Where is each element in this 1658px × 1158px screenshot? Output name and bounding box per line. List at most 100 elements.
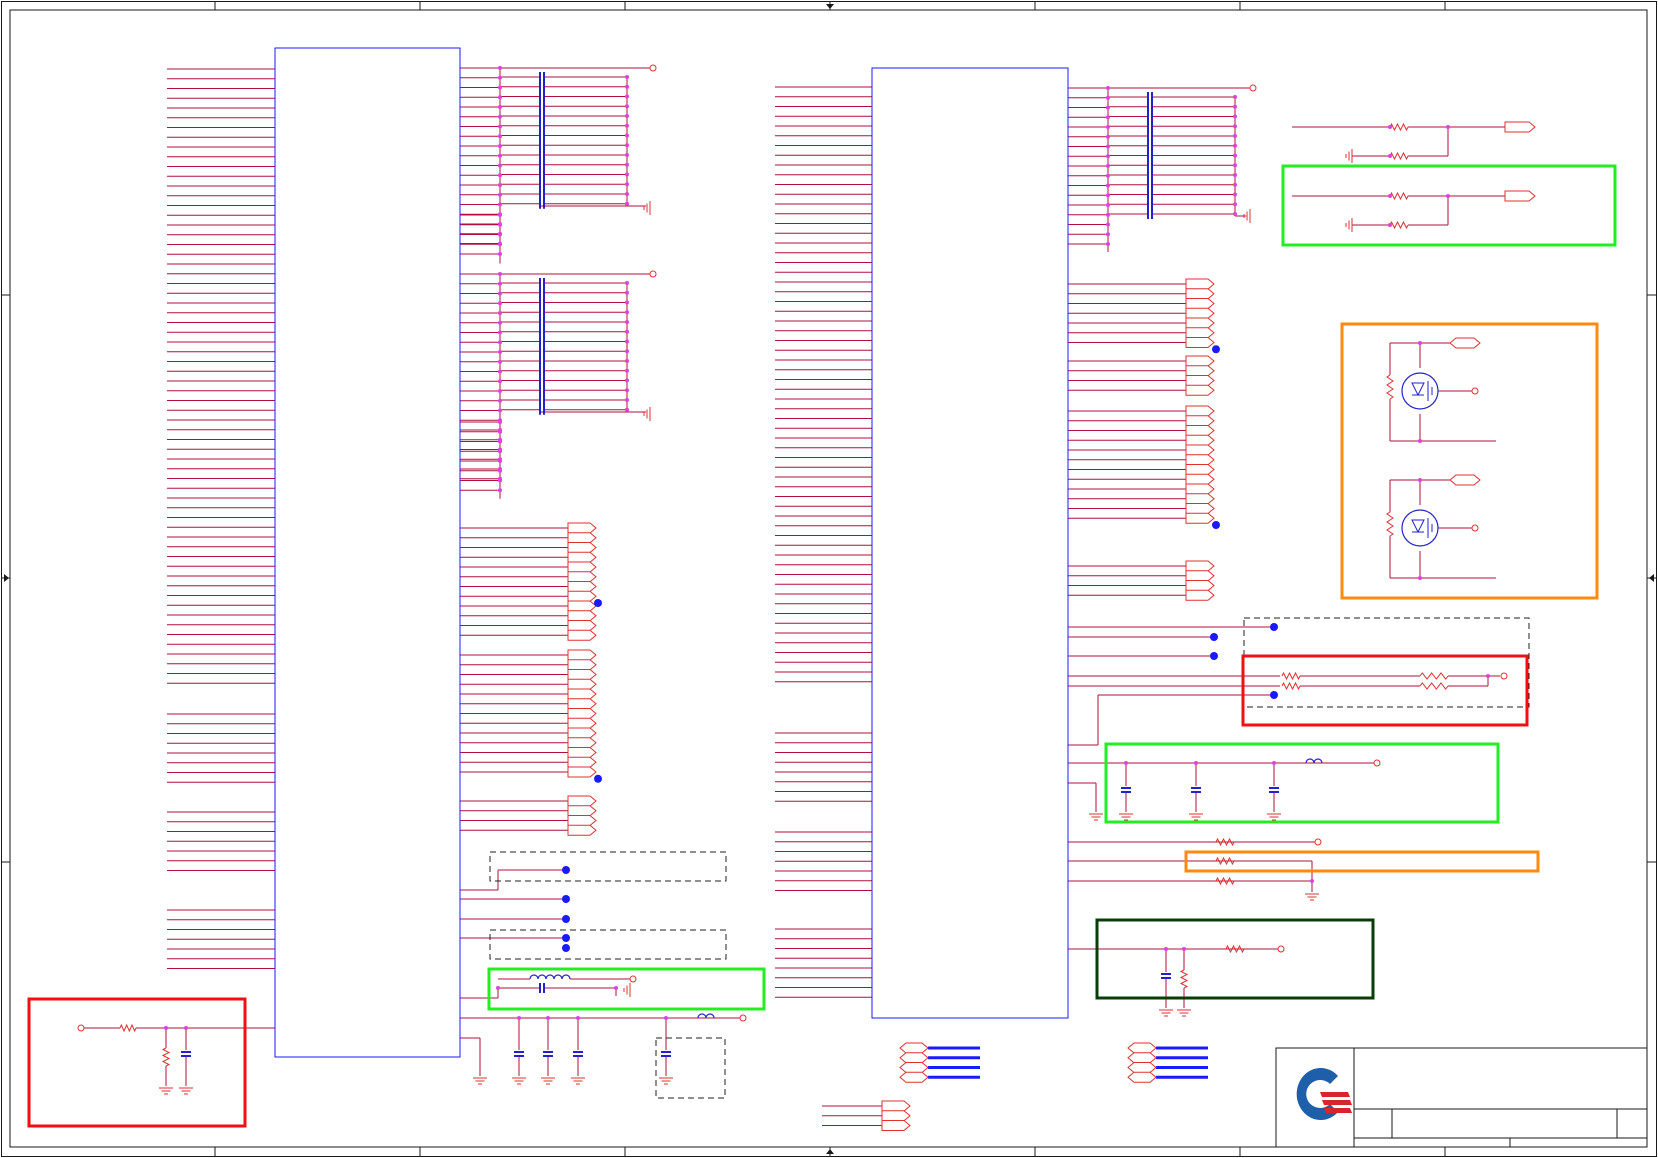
port-icon bbox=[1185, 425, 1215, 436]
junction-dot bbox=[498, 192, 502, 197]
capacitor-icon bbox=[539, 150, 545, 160]
capacitor-icon bbox=[539, 120, 545, 131]
power-rail-endpoint bbox=[649, 64, 657, 72]
junction-dots bbox=[164, 66, 1490, 1030]
junction-dot bbox=[1310, 879, 1314, 883]
junction-dot bbox=[498, 408, 502, 413]
bus-entry-dot bbox=[562, 895, 570, 903]
port-icon bbox=[1185, 503, 1215, 514]
junction-dot bbox=[498, 66, 502, 70]
ic-body-right bbox=[871, 67, 1069, 1019]
capacitor-icon bbox=[1147, 189, 1153, 200]
capacitor-icon bbox=[539, 130, 545, 141]
junction-dot bbox=[546, 1016, 550, 1020]
port-icon bbox=[1185, 307, 1215, 319]
test-point-icon bbox=[1500, 672, 1508, 680]
junction-dot bbox=[1106, 222, 1110, 227]
junction-dot bbox=[498, 301, 502, 306]
junction-dot bbox=[625, 84, 629, 89]
capacitor-icon bbox=[514, 1051, 524, 1057]
junction-dot bbox=[1418, 576, 1422, 580]
junction-dot bbox=[614, 986, 618, 990]
junction-dot bbox=[625, 162, 629, 167]
zone-arrow-icon bbox=[826, 4, 834, 9]
junction-dot bbox=[498, 242, 502, 247]
resistor-icon bbox=[1215, 876, 1235, 886]
port-icon bbox=[567, 669, 597, 680]
ground-icon bbox=[1345, 218, 1353, 232]
green-highlight-box bbox=[1104, 742, 1500, 824]
junction-dot bbox=[1418, 439, 1422, 443]
bus-entry-dot bbox=[594, 599, 602, 607]
resistor-icon bbox=[1389, 122, 1409, 132]
capacitor-icon bbox=[539, 395, 545, 405]
port-icon bbox=[567, 698, 597, 710]
resistor-icon bbox=[1386, 374, 1394, 400]
port-icon bbox=[567, 688, 597, 700]
port-icon bbox=[899, 1042, 929, 1054]
junction-dot bbox=[625, 349, 629, 354]
port-icon bbox=[567, 805, 597, 817]
port-icon bbox=[567, 600, 597, 612]
capacitor-icon bbox=[539, 278, 545, 288]
junction-dot bbox=[625, 75, 629, 79]
test-point-icon bbox=[1471, 524, 1479, 532]
dashed-option-box bbox=[1243, 617, 1530, 708]
ground-icon bbox=[659, 1077, 673, 1085]
capacitor-icon bbox=[539, 189, 545, 199]
junction-dot bbox=[625, 123, 629, 128]
port-icon bbox=[1185, 493, 1215, 505]
bus-entry-dot bbox=[1270, 691, 1278, 699]
junction-dot bbox=[498, 459, 502, 463]
bus-entry-dot bbox=[1212, 521, 1220, 529]
junction-dot bbox=[625, 378, 629, 383]
port-icon bbox=[567, 737, 597, 749]
junction-dot bbox=[625, 133, 629, 138]
bus-entry-dot bbox=[1210, 652, 1218, 660]
bus-entry-dot bbox=[1212, 345, 1220, 354]
junction-dot bbox=[498, 350, 502, 354]
bus-entry-dot bbox=[1270, 623, 1278, 631]
dashed-option-box bbox=[489, 929, 727, 960]
junction-dot bbox=[1418, 478, 1422, 482]
junction-dot bbox=[498, 429, 502, 434]
port-icon bbox=[1185, 589, 1215, 601]
capacitor-icon bbox=[539, 81, 545, 92]
resistor-icon bbox=[119, 1023, 137, 1033]
port-icon bbox=[1127, 1052, 1157, 1064]
junction-dot bbox=[1182, 947, 1186, 951]
test-point-icon bbox=[1373, 759, 1381, 767]
capacitor-icon bbox=[1161, 973, 1171, 979]
capacitor-icon bbox=[539, 297, 545, 308]
junction-dot bbox=[498, 202, 502, 207]
capacitor-icon bbox=[539, 179, 545, 190]
ground-icon bbox=[1119, 813, 1133, 821]
port-icon bbox=[567, 581, 597, 592]
port-icon bbox=[1449, 337, 1481, 349]
junction-dot bbox=[1106, 203, 1110, 207]
junction-dot bbox=[498, 389, 502, 393]
junction-dot bbox=[625, 114, 629, 118]
junction-dot bbox=[498, 439, 502, 444]
ground-icon bbox=[1267, 813, 1281, 821]
junction-dot bbox=[1233, 173, 1237, 177]
junction-dot bbox=[625, 153, 629, 157]
junction-dot bbox=[498, 320, 502, 325]
test-point-icon bbox=[1471, 387, 1479, 395]
junction-dot bbox=[498, 95, 502, 100]
port-icon bbox=[567, 542, 597, 553]
junction-dot bbox=[1446, 125, 1450, 129]
junction-dot bbox=[1446, 194, 1450, 198]
resistor-icon bbox=[1419, 672, 1449, 680]
component-bodies bbox=[274, 47, 1069, 1058]
port-icon bbox=[567, 824, 597, 836]
schematic-sheet bbox=[1, 1, 1657, 1157]
port-icon bbox=[1185, 512, 1215, 524]
junction-dot bbox=[625, 201, 629, 206]
port-icon bbox=[1185, 278, 1215, 290]
junction-dot bbox=[576, 1016, 580, 1020]
resistor-icon bbox=[1215, 856, 1235, 866]
junction-dot bbox=[498, 213, 502, 217]
resistor-icon bbox=[1386, 511, 1394, 537]
junction-dot bbox=[1233, 212, 1237, 216]
